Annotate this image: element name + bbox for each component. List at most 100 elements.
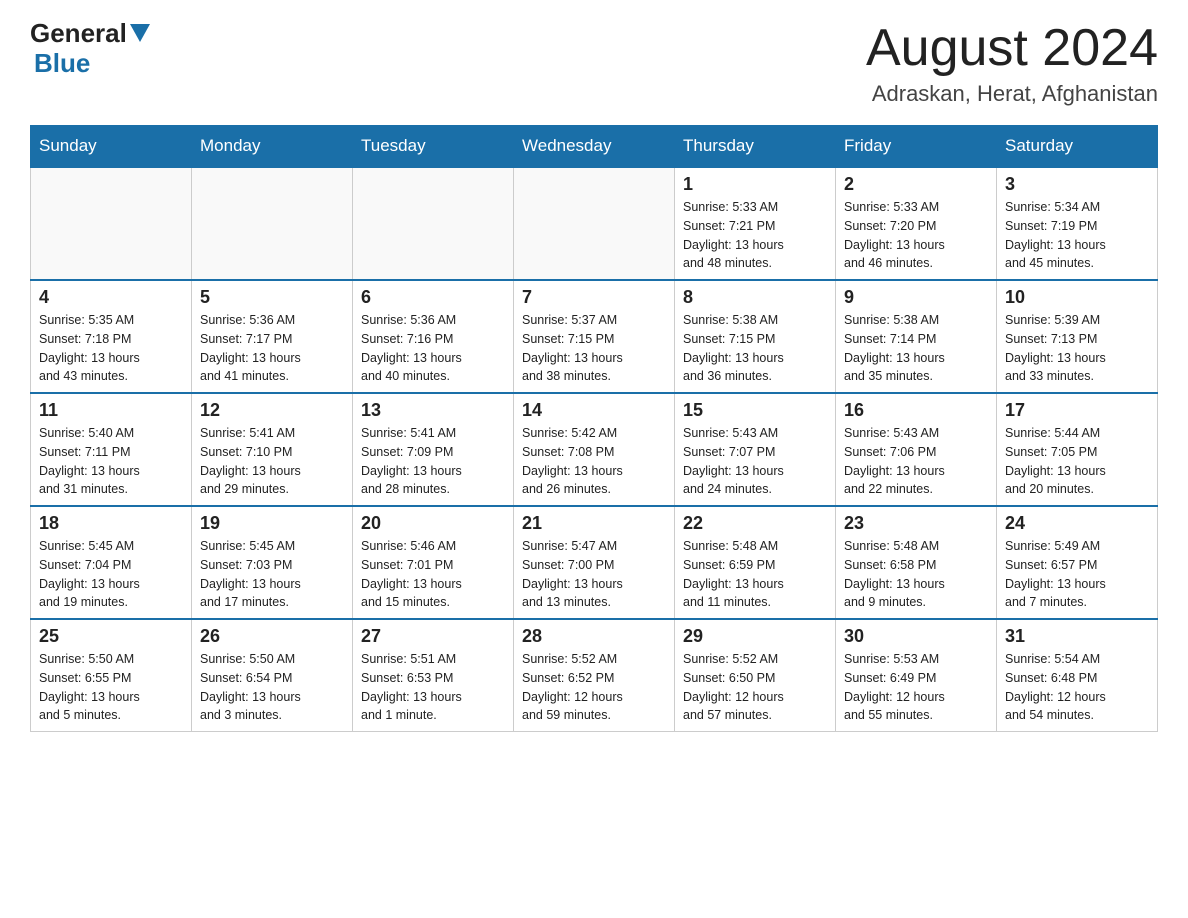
day-info: Sunrise: 5:41 AMSunset: 7:09 PMDaylight:… <box>361 424 505 499</box>
calendar-cell: 16 Sunrise: 5:43 AMSunset: 7:06 PMDayligh… <box>836 393 997 506</box>
day-number: 30 <box>844 626 988 647</box>
calendar-cell: 20Sunrise: 5:46 AMSunset: 7:01 PMDayligh… <box>353 506 514 619</box>
day-number: 2 <box>844 174 988 195</box>
calendar-cell: 22 Sunrise: 5:48 AMSunset: 6:59 PMDayligh… <box>675 506 836 619</box>
calendar-cell <box>192 167 353 280</box>
month-title: August 2024 <box>866 20 1158 77</box>
calendar-cell: 25Sunrise: 5:50 AMSunset: 6:55 PMDayligh… <box>31 619 192 732</box>
calendar-cell: 6 Sunrise: 5:36 AMSunset: 7:16 PMDaylight… <box>353 280 514 393</box>
calendar-cell: 19 Sunrise: 5:45 AMSunset: 7:03 PMDayligh… <box>192 506 353 619</box>
day-number: 5 <box>200 287 344 308</box>
logo-triangle-icon <box>130 24 150 42</box>
day-info: Sunrise: 5:38 AMSunset: 7:14 PMDaylight:… <box>844 311 988 386</box>
logo-blue-text: Blue <box>34 48 90 78</box>
calendar-cell: 21 Sunrise: 5:47 AMSunset: 7:00 PMDayligh… <box>514 506 675 619</box>
calendar-cell: 24 Sunrise: 5:49 AMSunset: 6:57 PMDayligh… <box>997 506 1158 619</box>
day-info: Sunrise: 5:48 AMSunset: 6:58 PMDaylight:… <box>844 537 988 612</box>
title-block: August 2024 Adraskan, Herat, Afghanistan <box>866 20 1158 107</box>
calendar-cell: 14 Sunrise: 5:42 AMSunset: 7:08 PMDayligh… <box>514 393 675 506</box>
calendar-cell <box>31 167 192 280</box>
day-info: Sunrise: 5:51 AMSunset: 6:53 PMDaylight:… <box>361 650 505 725</box>
day-number: 8 <box>683 287 827 308</box>
day-info: Sunrise: 5:37 AMSunset: 7:15 PMDaylight:… <box>522 311 666 386</box>
calendar-cell: 13Sunrise: 5:41 AMSunset: 7:09 PMDayligh… <box>353 393 514 506</box>
header-day-sunday: Sunday <box>31 126 192 168</box>
calendar-cell: 12 Sunrise: 5:41 AMSunset: 7:10 PMDayligh… <box>192 393 353 506</box>
day-number: 31 <box>1005 626 1149 647</box>
day-number: 11 <box>39 400 183 421</box>
calendar-cell: 4 Sunrise: 5:35 AMSunset: 7:18 PMDaylight… <box>31 280 192 393</box>
day-number: 23 <box>844 513 988 534</box>
calendar-cell <box>353 167 514 280</box>
day-number: 3 <box>1005 174 1149 195</box>
header-row: SundayMondayTuesdayWednesdayThursdayFrid… <box>31 126 1158 168</box>
header-day-wednesday: Wednesday <box>514 126 675 168</box>
day-info: Sunrise: 5:36 AMSunset: 7:17 PMDaylight:… <box>200 311 344 386</box>
calendar-cell: 1Sunrise: 5:33 AMSunset: 7:21 PMDaylight… <box>675 167 836 280</box>
day-number: 1 <box>683 174 827 195</box>
day-info: Sunrise: 5:47 AMSunset: 7:00 PMDaylight:… <box>522 537 666 612</box>
logo-general-text: General <box>30 20 127 46</box>
day-info: Sunrise: 5:36 AMSunset: 7:16 PMDaylight:… <box>361 311 505 386</box>
week-row-3: 11 Sunrise: 5:40 AMSunset: 7:11 PMDayligh… <box>31 393 1158 506</box>
week-row-1: 1Sunrise: 5:33 AMSunset: 7:21 PMDaylight… <box>31 167 1158 280</box>
header-day-monday: Monday <box>192 126 353 168</box>
day-number: 4 <box>39 287 183 308</box>
calendar-cell: 15Sunrise: 5:43 AMSunset: 7:07 PMDayligh… <box>675 393 836 506</box>
calendar-cell: 3Sunrise: 5:34 AMSunset: 7:19 PMDaylight… <box>997 167 1158 280</box>
day-info: Sunrise: 5:49 AMSunset: 6:57 PMDaylight:… <box>1005 537 1149 612</box>
day-info: Sunrise: 5:35 AMSunset: 7:18 PMDaylight:… <box>39 311 183 386</box>
day-info: Sunrise: 5:54 AMSunset: 6:48 PMDaylight:… <box>1005 650 1149 725</box>
day-number: 22 <box>683 513 827 534</box>
day-info: Sunrise: 5:33 AMSunset: 7:20 PMDaylight:… <box>844 198 988 273</box>
day-info: Sunrise: 5:43 AMSunset: 7:06 PMDaylight:… <box>844 424 988 499</box>
calendar-cell: 31 Sunrise: 5:54 AMSunset: 6:48 PMDayligh… <box>997 619 1158 732</box>
day-info: Sunrise: 5:48 AMSunset: 6:59 PMDaylight:… <box>683 537 827 612</box>
day-number: 6 <box>361 287 505 308</box>
calendar-cell: 28Sunrise: 5:52 AMSunset: 6:52 PMDayligh… <box>514 619 675 732</box>
day-info: Sunrise: 5:44 AMSunset: 7:05 PMDaylight:… <box>1005 424 1149 499</box>
calendar-cell: 17Sunrise: 5:44 AMSunset: 7:05 PMDayligh… <box>997 393 1158 506</box>
calendar-cell: 9 Sunrise: 5:38 AMSunset: 7:14 PMDaylight… <box>836 280 997 393</box>
header-day-thursday: Thursday <box>675 126 836 168</box>
day-info: Sunrise: 5:53 AMSunset: 6:49 PMDaylight:… <box>844 650 988 725</box>
day-number: 21 <box>522 513 666 534</box>
day-info: Sunrise: 5:45 AMSunset: 7:03 PMDaylight:… <box>200 537 344 612</box>
logo: General Blue <box>30 20 153 79</box>
page-header: General Blue August 2024 Adraskan, Herat… <box>30 20 1158 107</box>
day-number: 15 <box>683 400 827 421</box>
day-number: 19 <box>200 513 344 534</box>
day-info: Sunrise: 5:52 AMSunset: 6:50 PMDaylight:… <box>683 650 827 725</box>
day-number: 29 <box>683 626 827 647</box>
day-number: 12 <box>200 400 344 421</box>
calendar-cell: 2 Sunrise: 5:33 AMSunset: 7:20 PMDaylight… <box>836 167 997 280</box>
calendar-cell: 27 Sunrise: 5:51 AMSunset: 6:53 PMDayligh… <box>353 619 514 732</box>
week-row-5: 25Sunrise: 5:50 AMSunset: 6:55 PMDayligh… <box>31 619 1158 732</box>
calendar-cell: 26Sunrise: 5:50 AMSunset: 6:54 PMDayligh… <box>192 619 353 732</box>
day-info: Sunrise: 5:39 AMSunset: 7:13 PMDaylight:… <box>1005 311 1149 386</box>
week-row-4: 18 Sunrise: 5:45 AMSunset: 7:04 PMDayligh… <box>31 506 1158 619</box>
calendar-table: SundayMondayTuesdayWednesdayThursdayFrid… <box>30 125 1158 732</box>
calendar-cell <box>514 167 675 280</box>
day-number: 24 <box>1005 513 1149 534</box>
day-info: Sunrise: 5:52 AMSunset: 6:52 PMDaylight:… <box>522 650 666 725</box>
day-number: 26 <box>200 626 344 647</box>
day-info: Sunrise: 5:42 AMSunset: 7:08 PMDaylight:… <box>522 424 666 499</box>
day-info: Sunrise: 5:40 AMSunset: 7:11 PMDaylight:… <box>39 424 183 499</box>
calendar-cell: 30 Sunrise: 5:53 AMSunset: 6:49 PMDayligh… <box>836 619 997 732</box>
day-info: Sunrise: 5:46 AMSunset: 7:01 PMDaylight:… <box>361 537 505 612</box>
calendar-cell: 23 Sunrise: 5:48 AMSunset: 6:58 PMDayligh… <box>836 506 997 619</box>
week-row-2: 4 Sunrise: 5:35 AMSunset: 7:18 PMDaylight… <box>31 280 1158 393</box>
calendar-cell: 8Sunrise: 5:38 AMSunset: 7:15 PMDaylight… <box>675 280 836 393</box>
day-info: Sunrise: 5:50 AMSunset: 6:55 PMDaylight:… <box>39 650 183 725</box>
day-info: Sunrise: 5:41 AMSunset: 7:10 PMDaylight:… <box>200 424 344 499</box>
day-number: 18 <box>39 513 183 534</box>
day-number: 16 <box>844 400 988 421</box>
day-number: 9 <box>844 287 988 308</box>
day-info: Sunrise: 5:45 AMSunset: 7:04 PMDaylight:… <box>39 537 183 612</box>
day-number: 14 <box>522 400 666 421</box>
calendar-cell: 5 Sunrise: 5:36 AMSunset: 7:17 PMDaylight… <box>192 280 353 393</box>
day-number: 27 <box>361 626 505 647</box>
location-text: Adraskan, Herat, Afghanistan <box>866 81 1158 107</box>
calendar-cell: 7Sunrise: 5:37 AMSunset: 7:15 PMDaylight… <box>514 280 675 393</box>
